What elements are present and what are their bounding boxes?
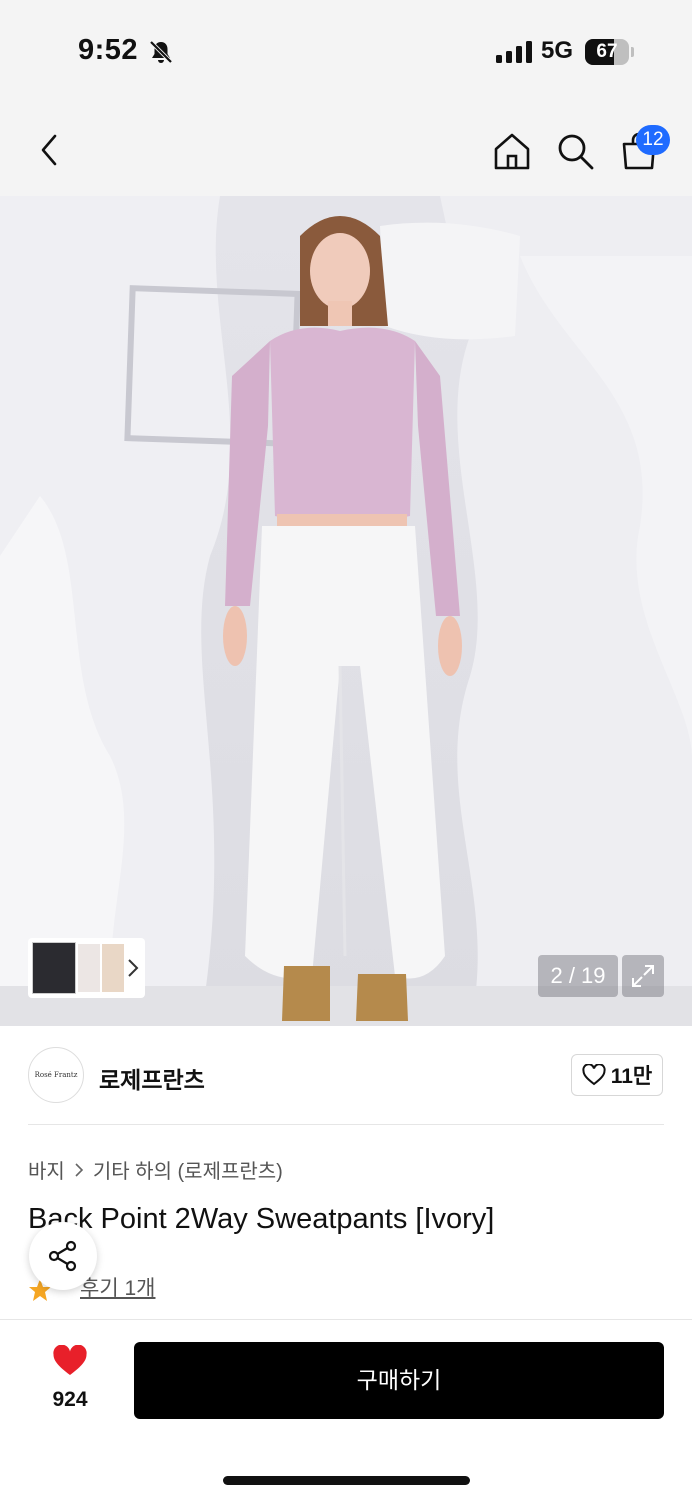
top-nav bbox=[0, 100, 692, 196]
battery-icon: 67 bbox=[585, 39, 635, 65]
variant-thumb-beige bbox=[102, 944, 124, 992]
status-time: 9:52 bbox=[78, 34, 139, 66]
bell-slash-icon bbox=[149, 40, 173, 64]
heart-outline-icon bbox=[582, 1064, 606, 1086]
chevron-right-icon bbox=[75, 1162, 83, 1177]
brand-like-button[interactable]: 11만 bbox=[571, 1054, 663, 1096]
variant-thumb-ivory bbox=[78, 944, 100, 992]
product-title: Back Point 2Way Sweatpants [Ivory] bbox=[28, 1203, 495, 1235]
network-label: 5G bbox=[541, 37, 574, 64]
search-icon bbox=[558, 134, 594, 170]
image-counter: 2 / 19 bbox=[538, 955, 618, 997]
home-indicator bbox=[223, 1476, 470, 1485]
back-button[interactable] bbox=[26, 126, 74, 174]
review-count-link[interactable]: 후기 1개 bbox=[80, 1272, 155, 1302]
search-button[interactable] bbox=[551, 127, 599, 175]
expand-icon bbox=[632, 965, 654, 987]
buy-button[interactable]: 구매하기 bbox=[134, 1342, 664, 1419]
battery-percent: 67 bbox=[596, 41, 618, 62]
home-button[interactable] bbox=[488, 127, 536, 175]
brand-name[interactable]: 로제프란츠 bbox=[99, 1061, 205, 1095]
breadcrumb: 바지 기타 하의 (로제프란츠) bbox=[28, 1155, 283, 1184]
brand-logo[interactable]: Rosé Frantz bbox=[28, 1047, 84, 1103]
chevron-right-icon bbox=[128, 959, 139, 977]
wishlist-count: 924 bbox=[52, 1388, 88, 1411]
chevron-left-icon bbox=[41, 134, 57, 166]
expand-image-button[interactable] bbox=[622, 955, 664, 997]
product-image[interactable] bbox=[0, 196, 692, 1026]
home-icon bbox=[494, 133, 530, 170]
brand-row: Rosé Frantz 로제프란츠 11만 bbox=[0, 1026, 692, 1126]
product-photo bbox=[0, 196, 692, 1026]
status-bar: 9:52 5G 67 bbox=[0, 0, 692, 100]
cart-count-badge: 12 bbox=[636, 125, 670, 155]
heart-filled-icon bbox=[53, 1345, 87, 1375]
divider bbox=[28, 1124, 664, 1125]
brand-like-count: 11만 bbox=[610, 1065, 653, 1088]
wishlist-button[interactable]: 924 bbox=[40, 1345, 100, 1415]
signal-icon bbox=[496, 41, 532, 63]
color-variant-thumbnails[interactable] bbox=[28, 938, 145, 998]
breadcrumb-category[interactable]: 바지 bbox=[28, 1155, 65, 1184]
breadcrumb-subcategory[interactable]: 기타 하의 (로제프란츠) bbox=[93, 1155, 283, 1184]
share-icon bbox=[48, 1240, 77, 1272]
variant-thumb-charcoal bbox=[32, 942, 76, 994]
share-button[interactable] bbox=[29, 1222, 97, 1290]
